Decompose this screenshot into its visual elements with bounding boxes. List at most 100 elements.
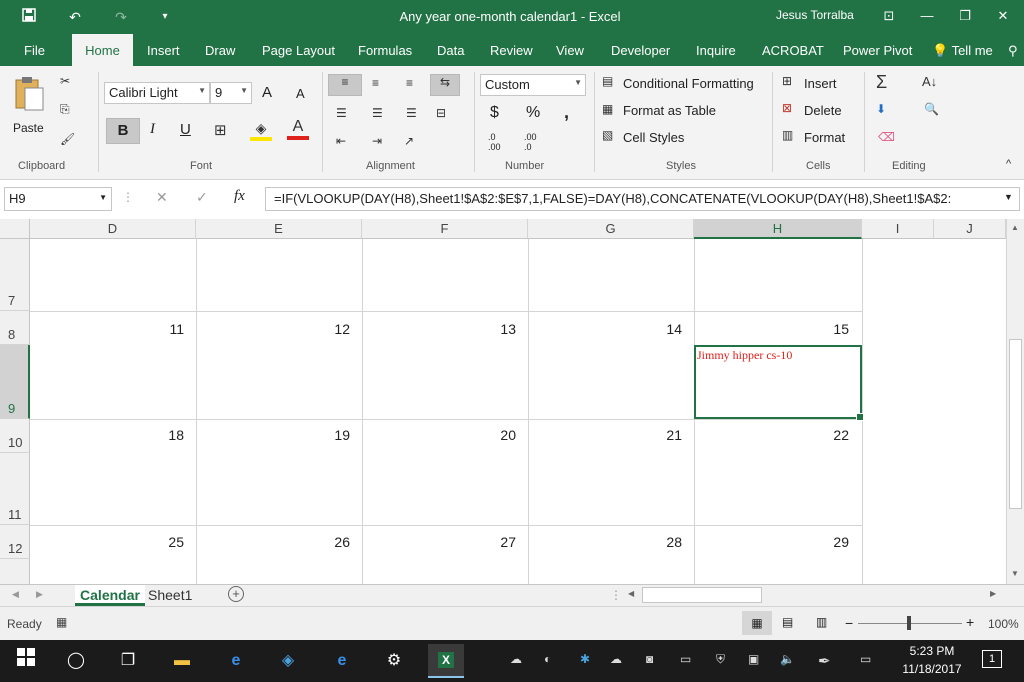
merge-center-icon[interactable]: ⊟ bbox=[436, 106, 446, 120]
page-layout-view-icon[interactable]: ▤ bbox=[782, 615, 793, 629]
percent-button[interactable]: % bbox=[526, 104, 540, 122]
row-header-9[interactable]: 9 bbox=[0, 345, 30, 419]
zoom-out-button[interactable]: − bbox=[845, 615, 853, 631]
scroll-up-icon[interactable]: ▲ bbox=[1011, 223, 1019, 232]
decrease-font-button[interactable]: A bbox=[296, 86, 305, 101]
minimize-button[interactable]: — bbox=[912, 5, 942, 27]
onedrive-icon[interactable]: ☁ bbox=[610, 652, 622, 666]
column-header-d[interactable]: D bbox=[30, 219, 196, 239]
file-explorer-icon[interactable]: ▬ bbox=[168, 648, 196, 674]
row-header-8[interactable]: 8 bbox=[0, 311, 30, 345]
tab-power-pivot[interactable]: Power Pivot bbox=[843, 43, 912, 58]
clear-icon[interactable]: ⌫ bbox=[878, 130, 895, 144]
column-header-i[interactable]: I bbox=[862, 219, 934, 239]
edge-icon[interactable]: e bbox=[328, 648, 356, 674]
volume-icon[interactable]: 🔈 bbox=[780, 652, 795, 666]
paste-icon[interactable] bbox=[12, 74, 46, 114]
action-center-icon[interactable]: 1 bbox=[982, 650, 1002, 668]
scroll-left-icon[interactable]: ◀ bbox=[628, 589, 634, 598]
bold-button[interactable]: B bbox=[106, 118, 140, 144]
expand-formula-icon[interactable]: ▼ bbox=[1004, 192, 1013, 202]
column-header-j[interactable]: J bbox=[934, 219, 1006, 239]
format-button[interactable]: Format bbox=[804, 130, 845, 145]
borders-icon[interactable]: ⊞ bbox=[214, 121, 227, 139]
formula-input[interactable]: =IF(VLOOKUP(DAY(H8),Sheet1!$A$2:$E$7,1,F… bbox=[265, 187, 1020, 211]
scrollbar-thumb[interactable] bbox=[1009, 339, 1022, 509]
tray-network-icon[interactable]: ☁ bbox=[510, 652, 522, 666]
security-shield-icon[interactable]: ⛨ bbox=[716, 652, 725, 667]
row-header-11[interactable]: 11 bbox=[0, 453, 30, 525]
fill-icon[interactable]: ⬇ bbox=[876, 102, 886, 116]
tray-cloud-icon[interactable]: ◙ bbox=[646, 652, 653, 666]
select-all-button[interactable] bbox=[0, 219, 30, 239]
insert-button[interactable]: Insert bbox=[804, 76, 837, 91]
page-break-view-icon[interactable]: ▥ bbox=[816, 615, 827, 629]
increase-decimal-button[interactable]: .0 .00 bbox=[488, 132, 510, 152]
align-top-icon[interactable]: ≡ bbox=[328, 74, 362, 96]
battery-icon[interactable]: ▭ bbox=[680, 652, 691, 666]
tab-inquire[interactable]: Inquire bbox=[696, 43, 736, 58]
align-left-icon[interactable]: ☰ bbox=[336, 106, 347, 120]
cut-icon[interactable]: ✂ bbox=[60, 74, 70, 88]
network-icon[interactable]: ▣ bbox=[748, 652, 759, 666]
comma-button[interactable]: , bbox=[564, 102, 569, 123]
sheet-tab-calendar[interactable]: Calendar bbox=[75, 585, 145, 606]
insert-function-button[interactable]: fx bbox=[234, 188, 245, 205]
currency-button[interactable]: $ bbox=[490, 104, 499, 122]
underline-button[interactable]: U bbox=[180, 121, 191, 138]
clock-date[interactable]: 11/18/2017 bbox=[896, 662, 968, 676]
align-middle-icon[interactable]: ≡ bbox=[372, 76, 379, 90]
enter-icon[interactable]: ✓ bbox=[196, 189, 208, 206]
task-view-icon[interactable]: ❐ bbox=[114, 648, 142, 674]
start-button[interactable] bbox=[12, 648, 40, 674]
tab-data[interactable]: Data bbox=[437, 43, 464, 58]
zoom-level[interactable]: 100% bbox=[988, 617, 1019, 631]
conditional-formatting-button[interactable]: Conditional Formatting bbox=[623, 76, 754, 91]
customize-qat-icon[interactable]: ▾ bbox=[154, 7, 176, 27]
collapse-ribbon-icon[interactable]: ^ bbox=[1006, 158, 1011, 170]
app-icon[interactable]: ◈ bbox=[274, 648, 302, 674]
maximize-button[interactable]: ❐ bbox=[950, 5, 980, 27]
tab-insert[interactable]: Insert bbox=[147, 43, 180, 58]
font-size-combo[interactable]: 9 ▼ bbox=[210, 82, 252, 104]
zoom-in-button[interactable]: + bbox=[966, 614, 974, 630]
column-header-h[interactable]: H bbox=[694, 219, 862, 239]
tell-me-search[interactable]: 💡 Tell me bbox=[932, 43, 993, 59]
name-box[interactable]: H9 ▼ bbox=[4, 187, 112, 211]
increase-indent-icon[interactable]: ⇥ bbox=[372, 134, 382, 148]
wrap-text-icon[interactable]: ⇆ bbox=[430, 74, 460, 96]
font-name-combo[interactable]: Calibri Light ▼ bbox=[104, 82, 210, 104]
zoom-slider-thumb[interactable] bbox=[907, 616, 911, 630]
column-header-e[interactable]: E bbox=[196, 219, 362, 239]
orientation-icon[interactable]: ↗ bbox=[404, 134, 414, 148]
tab-view[interactable]: View bbox=[556, 43, 584, 58]
sort-filter-icon[interactable]: A↓ bbox=[922, 74, 937, 89]
fill-color-icon[interactable]: ◈ bbox=[250, 120, 272, 141]
new-sheet-button[interactable]: + bbox=[228, 586, 244, 602]
delete-button[interactable]: Delete bbox=[804, 103, 842, 118]
row-header-12[interactable]: 12 bbox=[0, 525, 30, 559]
close-button[interactable]: ✕ bbox=[988, 5, 1018, 27]
clock-time[interactable]: 5:23 PM bbox=[896, 644, 968, 658]
copy-icon[interactable]: ⎘ bbox=[60, 102, 70, 117]
cortana-icon[interactable]: ◯ bbox=[62, 648, 90, 674]
increase-font-button[interactable]: A bbox=[262, 84, 272, 101]
format-as-table-button[interactable]: Format as Table bbox=[623, 103, 716, 118]
decrease-indent-icon[interactable]: ⇤ bbox=[336, 134, 346, 148]
sheet-tab-sheet1[interactable]: Sheet1 bbox=[148, 587, 192, 603]
tab-draw[interactable]: Draw bbox=[205, 43, 235, 58]
scroll-down-icon[interactable]: ▼ bbox=[1011, 569, 1019, 578]
bluetooth-icon[interactable]: ✱ bbox=[580, 652, 590, 666]
h-scrollbar-thumb[interactable] bbox=[642, 587, 762, 603]
row-header-13[interactable] bbox=[0, 559, 30, 584]
tab-file[interactable]: File bbox=[24, 43, 45, 58]
undo-icon[interactable]: ↶ bbox=[64, 7, 86, 27]
align-center-icon[interactable]: ☰ bbox=[372, 106, 383, 120]
tab-review[interactable]: Review bbox=[490, 43, 533, 58]
cancel-icon[interactable]: ✕ bbox=[156, 189, 168, 206]
column-header-f[interactable]: F bbox=[362, 219, 528, 239]
next-sheet-icon[interactable]: ▶ bbox=[36, 589, 43, 600]
paste-button[interactable]: Paste bbox=[13, 121, 44, 135]
tab-page-layout[interactable]: Page Layout bbox=[262, 43, 335, 58]
tab-developer[interactable]: Developer bbox=[611, 43, 670, 58]
